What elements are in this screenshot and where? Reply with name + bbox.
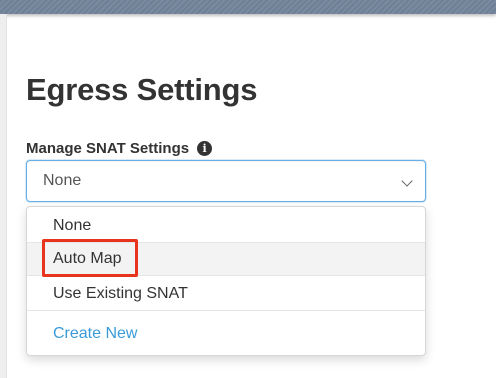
snat-settings-select[interactable]: None bbox=[26, 160, 426, 202]
snat-settings-label: Manage SNAT Settings bbox=[26, 140, 190, 157]
create-new-link[interactable]: Create New bbox=[27, 317, 425, 351]
page-title: Egress Settings bbox=[26, 72, 258, 107]
info-icon[interactable]: i bbox=[197, 141, 213, 156]
chevron-down-icon bbox=[401, 175, 413, 187]
select-current-value: None bbox=[43, 172, 82, 189]
menu-divider bbox=[27, 310, 425, 311]
egress-settings-page: Egress Settings Manage SNAT Settings i N… bbox=[0, 0, 496, 378]
option-auto-map[interactable]: Auto Map bbox=[27, 242, 425, 276]
snat-label-row: Manage SNAT Settings i bbox=[26, 140, 213, 157]
left-rail bbox=[0, 14, 7, 378]
option-none[interactable]: None bbox=[27, 209, 425, 243]
option-use-existing-snat[interactable]: Use Existing SNAT bbox=[27, 277, 425, 311]
snat-dropdown-menu: None Auto Map Use Existing SNAT Create N… bbox=[26, 206, 426, 356]
top-banner bbox=[0, 0, 496, 14]
